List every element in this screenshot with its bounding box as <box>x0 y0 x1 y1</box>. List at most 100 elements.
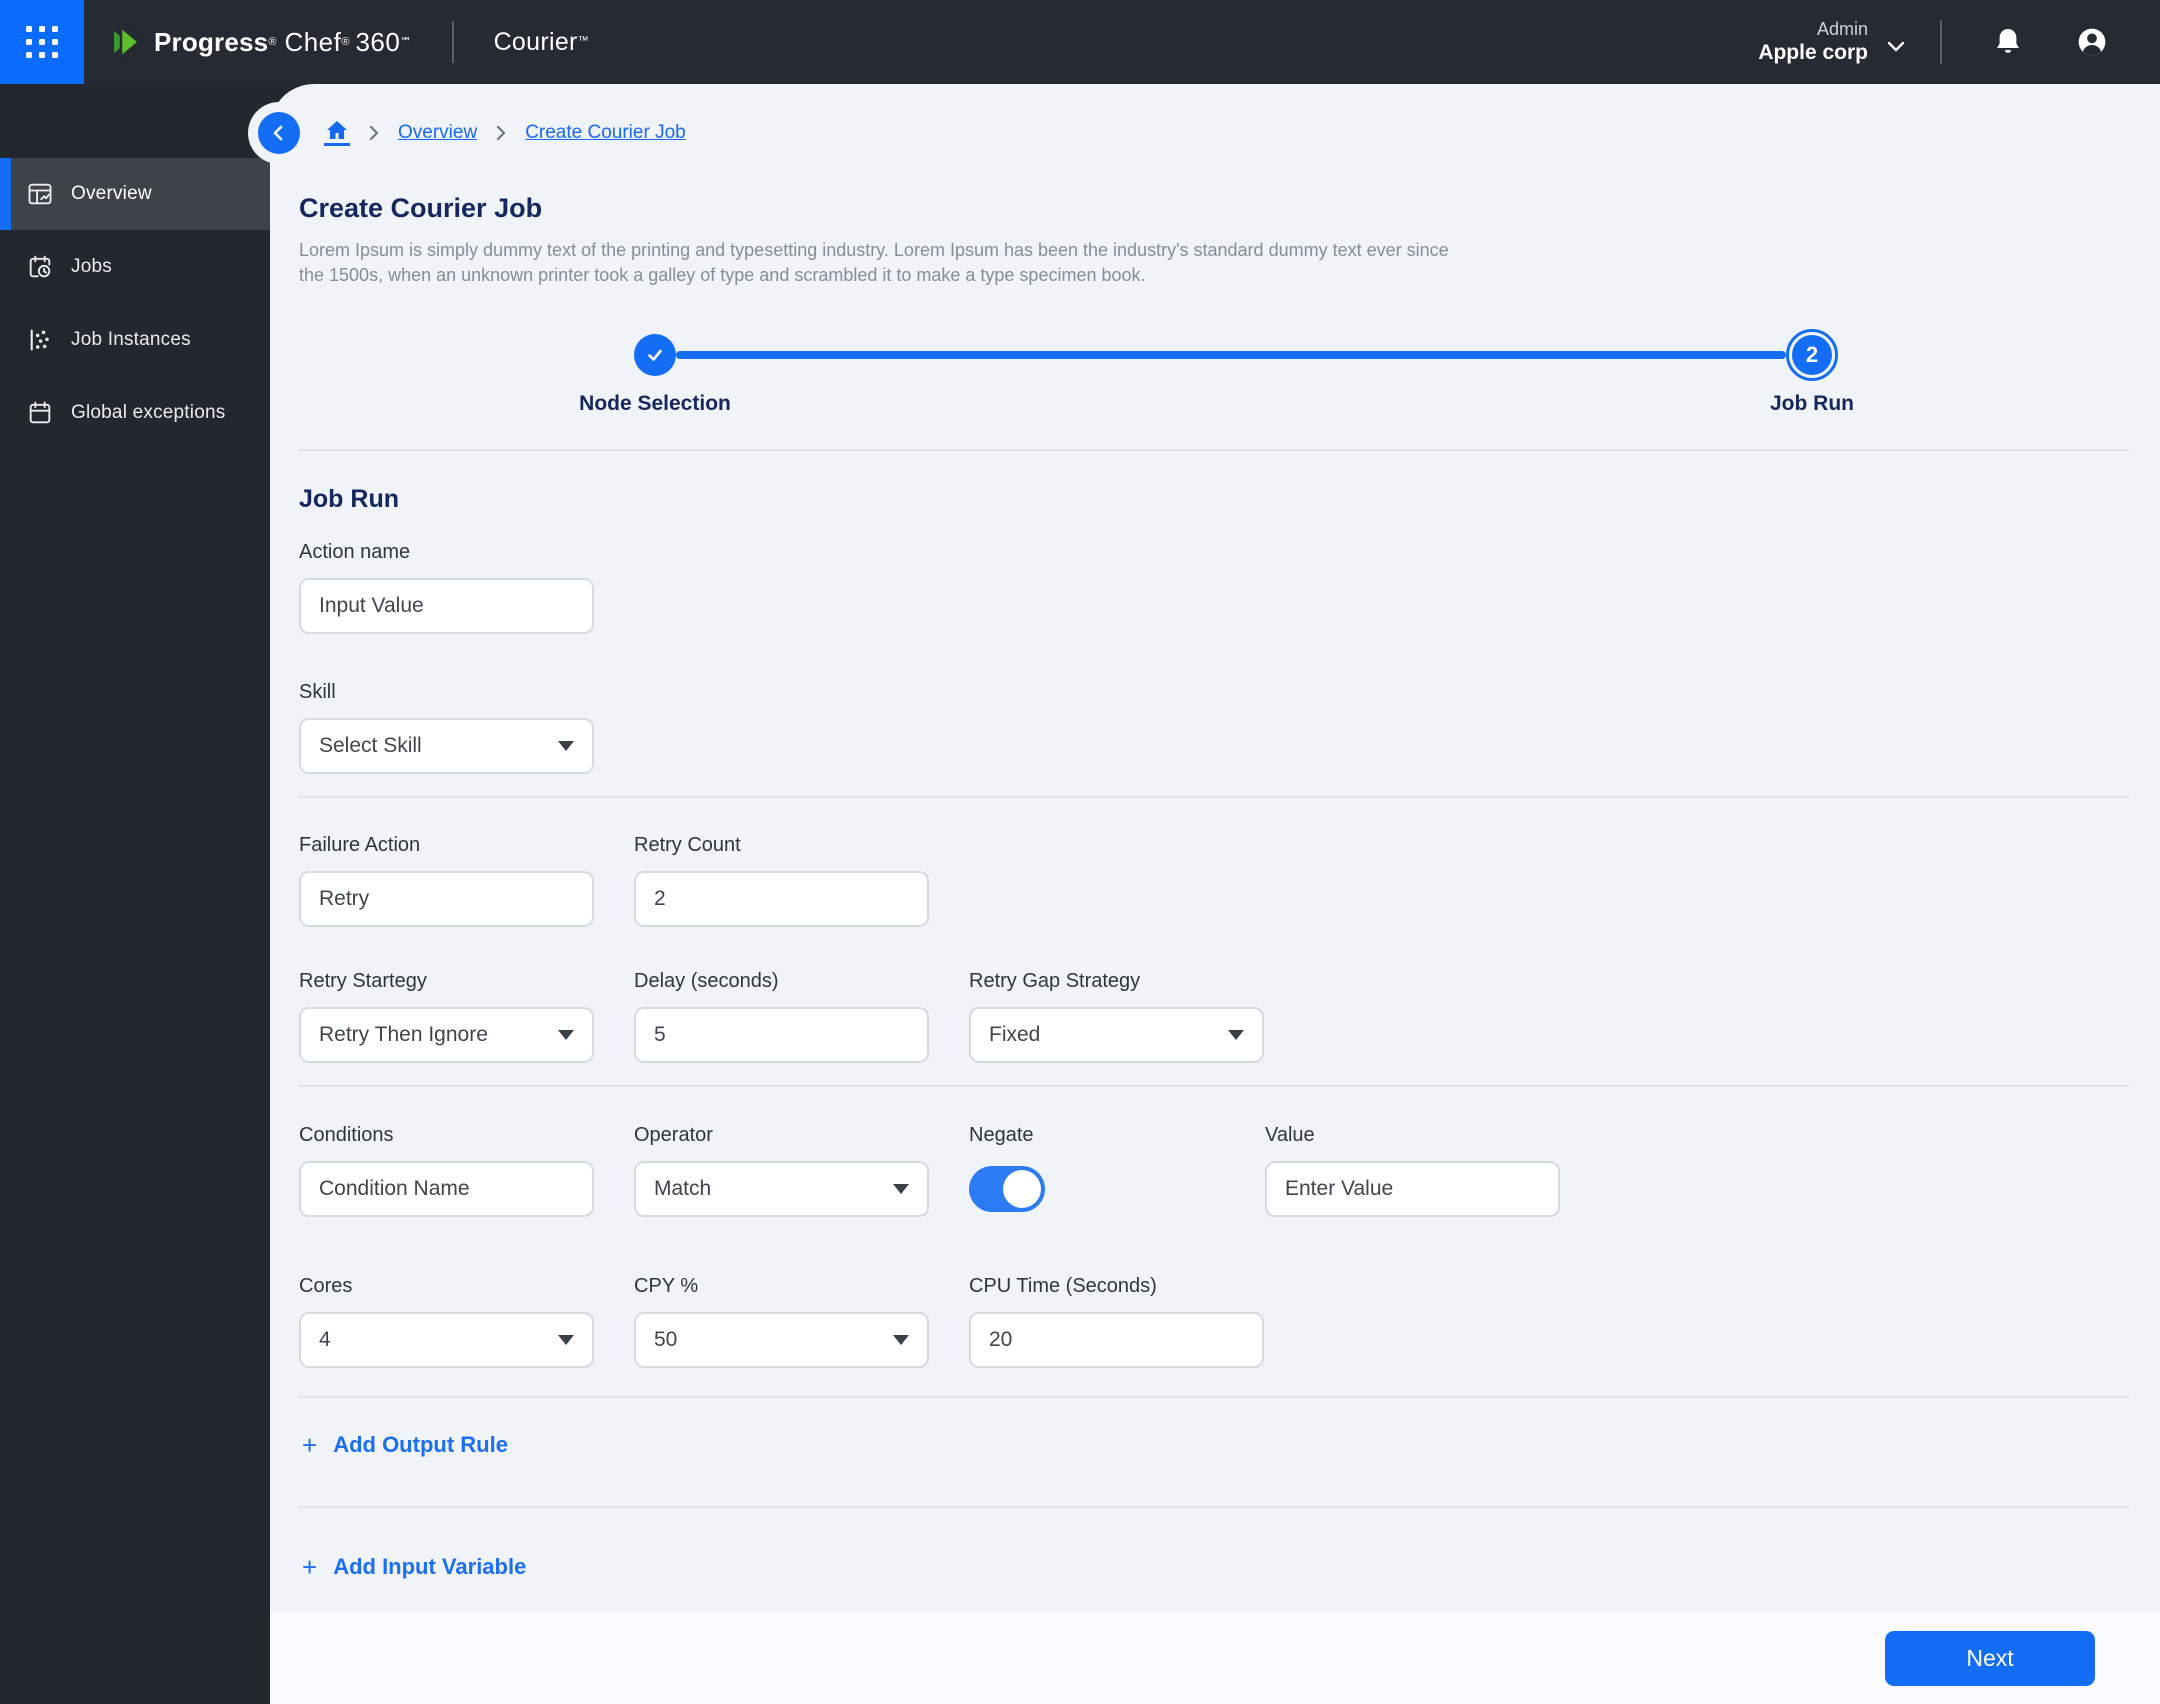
cores-label: Cores <box>299 1275 353 1297</box>
action-name-input[interactable] <box>299 578 594 634</box>
chevron-left-icon <box>273 125 283 141</box>
step-label-node-selection: Node Selection <box>579 392 731 415</box>
delay-input[interactable] <box>634 1007 929 1063</box>
negate-toggle[interactable] <box>969 1166 1045 1212</box>
divider <box>299 1506 2130 1508</box>
operator-field: Operator Match <box>634 1123 929 1217</box>
brand-logo: Progress ® Chef ® 360 ℠ <box>110 24 412 60</box>
action-name-label: Action name <box>299 541 411 563</box>
retry-strategy-select[interactable]: Retry Then Ignore <box>299 1007 594 1063</box>
divider <box>299 1396 2130 1398</box>
value-label: Value <box>1265 1124 1315 1146</box>
retry-gap-strategy-value: Fixed <box>989 1023 1041 1046</box>
stepper-connector <box>676 351 1786 359</box>
value-field: Value <box>1265 1123 1560 1217</box>
cpy-field: CPY % 50 <box>634 1274 929 1368</box>
retry-count-input[interactable] <box>634 871 929 927</box>
failure-action-label: Failure Action <box>299 834 421 856</box>
breadcrumb-link-create-courier-job[interactable]: Create Courier Job <box>525 122 686 144</box>
sidebar-item-label: Job Instances <box>71 329 191 350</box>
page-title: Create Courier Job <box>299 193 543 223</box>
add-output-rule-link[interactable]: + Add Output Rule <box>302 1432 508 1458</box>
sidebar-item-label: Overview <box>71 183 152 204</box>
account-role: Admin <box>1816 18 1868 39</box>
chevron-right-icon <box>494 124 508 142</box>
retry-count-field: Retry Count <box>634 833 929 927</box>
next-button[interactable]: Next <box>1885 1631 2095 1686</box>
negate-field: Negate <box>969 1123 1225 1217</box>
sidebar-item-global-exceptions[interactable]: Global exceptions <box>0 377 270 449</box>
caret-down-icon <box>893 1184 909 1194</box>
check-icon <box>648 349 662 361</box>
notifications-button[interactable] <box>1986 20 2030 64</box>
org-switcher[interactable]: Admin Apple corp <box>1758 18 1868 67</box>
skill-field: Skill Select Skill <box>299 680 594 774</box>
operator-value: Match <box>654 1177 712 1200</box>
sidebar-item-overview[interactable]: Overview <box>0 158 270 230</box>
caret-down-icon <box>558 741 574 751</box>
cpu-time-label: CPU Time (Seconds) <box>969 1275 1157 1297</box>
retry-count-label: Retry Count <box>634 834 741 856</box>
cores-select[interactable]: 4 <box>299 1312 594 1368</box>
failure-action-field: Failure Action <box>299 833 594 927</box>
cpu-time-field: CPU Time (Seconds) <box>969 1274 1264 1368</box>
retry-gap-strategy-label: Retry Gap Strategy <box>969 970 1141 992</box>
cores-value: 4 <box>319 1328 331 1351</box>
header-divider <box>1940 20 1942 64</box>
calendar-icon <box>25 398 55 428</box>
wizard-stepper: 2 Node Selection Job Run <box>270 328 2160 420</box>
conditions-input[interactable] <box>299 1161 594 1217</box>
caret-down-icon[interactable] <box>1886 40 1906 59</box>
sidebar-nav: Overview Jobs Job Instances Global excep… <box>0 84 270 1704</box>
top-header: Progress ® Chef ® 360 ℠ Courier™ Admin Apple … <box>0 0 2160 84</box>
value-input[interactable] <box>1265 1161 1560 1217</box>
main-content: Overview Create Courier Job Create Couri… <box>258 84 2160 1704</box>
grid-dots-icon <box>26 26 58 58</box>
footer-action-bar: Next <box>270 1613 2160 1704</box>
bell-icon <box>1997 29 2019 53</box>
toggle-knob <box>1003 1170 1041 1208</box>
step-job-run[interactable]: 2 <box>1786 329 1838 381</box>
breadcrumb-link-overview[interactable]: Overview <box>398 122 477 144</box>
header-right: Admin Apple corp <box>1758 18 2160 67</box>
cpu-time-input[interactable] <box>969 1312 1264 1368</box>
operator-label: Operator <box>634 1124 713 1146</box>
delay-label: Delay (seconds) <box>634 970 779 992</box>
negate-label: Negate <box>969 1124 1034 1146</box>
app-launcher-button[interactable] <box>0 0 84 84</box>
retry-strategy-label: Retry Startegy <box>299 970 427 992</box>
chevron-right-icon <box>367 124 381 142</box>
cpy-select[interactable]: 50 <box>634 1312 929 1368</box>
plus-icon: + <box>302 1430 318 1460</box>
breadcrumb-home-link[interactable] <box>324 120 350 146</box>
skill-select[interactable]: Select Skill <box>299 718 594 774</box>
failure-action-input[interactable] <box>299 871 594 927</box>
sidebar-collapse-button[interactable] <box>258 112 300 154</box>
profile-button[interactable] <box>2070 20 2114 64</box>
skill-label: Skill <box>299 681 336 703</box>
action-name-field: Action name <box>299 540 594 634</box>
header-divider <box>451 21 454 63</box>
account-org: Apple corp <box>1758 41 1868 65</box>
calendar-clock-icon <box>25 252 55 282</box>
step-number: 2 <box>1792 335 1832 375</box>
dashboard-icon <box>25 179 55 209</box>
brand-360-text: 360 <box>355 26 401 57</box>
page-description: Lorem Ipsum is simply dummy text of the … <box>299 240 1449 285</box>
cpy-value: 50 <box>654 1328 678 1351</box>
house-icon <box>327 121 347 140</box>
sidebar-item-job-instances[interactable]: Job Instances <box>0 304 270 376</box>
step-node-selection[interactable] <box>634 334 676 376</box>
retry-strategy-value: Retry Then Ignore <box>319 1023 488 1046</box>
sidebar-item-label: Global exceptions <box>71 402 226 423</box>
progress-logo-icon <box>110 24 144 60</box>
caret-down-icon <box>558 1030 574 1040</box>
divider <box>299 449 2130 451</box>
section-title: Job Run <box>299 485 399 513</box>
retry-gap-strategy-select[interactable]: Fixed <box>969 1007 1264 1063</box>
breadcrumb: Overview Create Courier Job <box>324 111 2160 155</box>
sidebar-item-jobs[interactable]: Jobs <box>0 231 270 303</box>
plus-icon: + <box>302 1552 318 1582</box>
operator-select[interactable]: Match <box>634 1161 929 1217</box>
add-input-variable-link[interactable]: + Add Input Variable <box>302 1554 526 1580</box>
